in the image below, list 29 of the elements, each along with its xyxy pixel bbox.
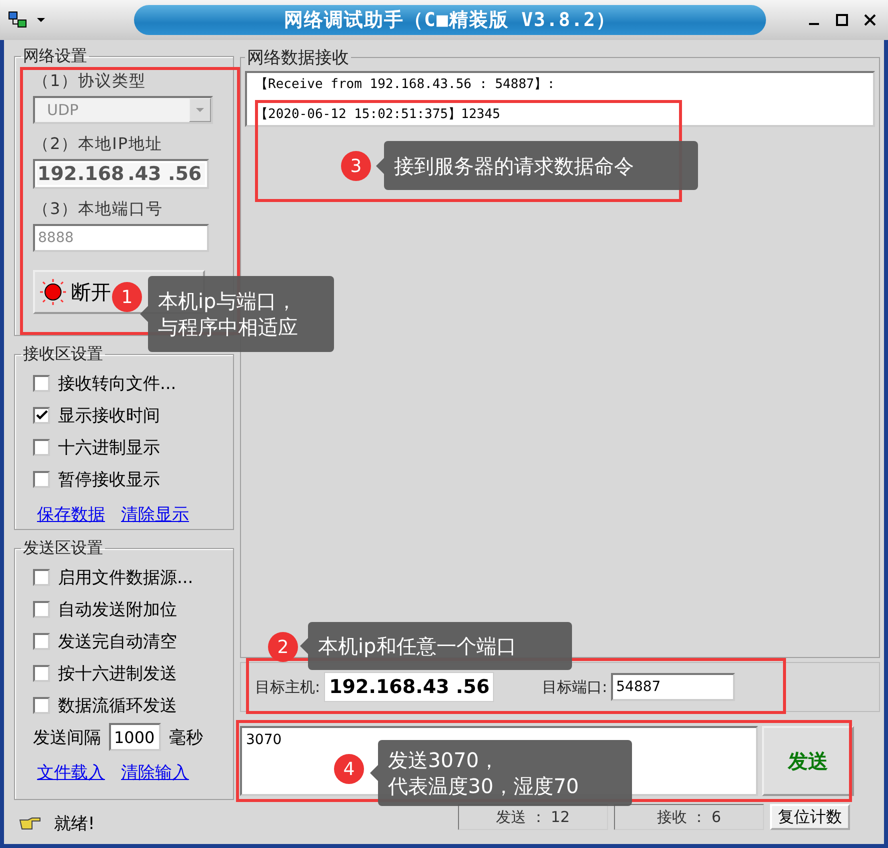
annotation-tooltip: 本机ip与端口， 与程序中相适应 [140, 276, 334, 352]
option-label: 十六进制显示 [58, 436, 160, 458]
port-label: （3）本地端口号 [33, 199, 164, 220]
option-label: 暂停接收显示 [58, 468, 160, 490]
option-label: 显示接收时间 [58, 404, 160, 426]
option-label: 接收转向文件... [58, 372, 176, 394]
ip-label: （2）本地IP地址 [33, 134, 164, 155]
protocol-label: （1）协议类型 [33, 71, 148, 92]
option-label: 发送完自动清空 [58, 630, 177, 652]
group-title: 发送区设置 [22, 538, 104, 559]
target-port-label: 目标端口: [542, 678, 608, 696]
group-title: 网络设置 [22, 46, 88, 67]
option-label: 按十六进制发送 [58, 662, 177, 684]
status-text: 就绪! [54, 813, 95, 835]
received-line: 【Receive from 192.168.43.56 : 54887】: [255, 76, 556, 93]
group-title: 接收区设置 [22, 344, 104, 365]
window-title: 网络调试助手（C■精装版 V3.8.2） [134, 5, 766, 35]
group-title: 网络数据接收 [246, 47, 350, 69]
unit-label: 毫秒 [169, 726, 203, 748]
interval-label: 发送间隔 [33, 726, 101, 748]
option-label: 自动发送附加位 [58, 598, 177, 620]
received-counter: 接收 ： 6 [614, 804, 764, 830]
annotation-tooltip: 接到服务器的请求数据命令 [376, 141, 698, 190]
received-line: 【2020-06-12 15:02:51:375】12345 [255, 106, 502, 123]
host-label: 目标主机: [255, 678, 320, 696]
option-label: 启用文件数据源... [58, 566, 194, 588]
annotation-tooltip: 本机ip和任意一个端口 [300, 622, 572, 670]
option-label: 数据流循环发送 [58, 694, 177, 716]
annotation-tooltip: 发送3070， 代表温度30，湿度70 [370, 740, 632, 806]
